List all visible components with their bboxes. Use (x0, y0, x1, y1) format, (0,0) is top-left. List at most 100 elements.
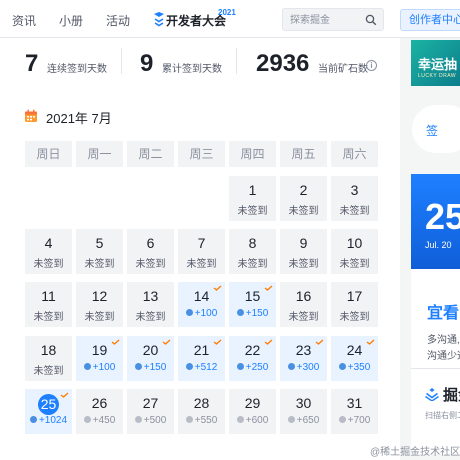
ore-icon (236, 309, 244, 316)
fortune-line: 多沟通, (427, 335, 460, 346)
day-reward: +150 (229, 308, 276, 319)
calendar-day[interactable]: 3 未签到 (331, 176, 378, 221)
day-reward: +700 (331, 415, 378, 426)
day-number: 2 (299, 182, 308, 198)
calendar-day[interactable]: 23 +300 (280, 336, 327, 381)
checkmark-icon (162, 339, 171, 345)
brand-year: 2021 (218, 8, 236, 17)
search-box[interactable] (282, 8, 384, 31)
nav-item-news[interactable]: 资讯 (12, 12, 36, 29)
calendar-day-today[interactable]: 25 +1024 (25, 389, 72, 434)
calendar-day[interactable]: 30 +650 (280, 389, 327, 434)
checkmark-icon (264, 285, 273, 291)
calendar-day[interactable]: 27 +500 (127, 389, 174, 434)
checkmark-icon (264, 339, 273, 345)
day-number: 4 (44, 235, 53, 251)
calendar-day[interactable]: 17 未签到 (331, 282, 378, 327)
day-reward: +650 (280, 415, 327, 426)
calendar-day[interactable]: 16 未签到 (280, 282, 327, 327)
day-number: 26 (91, 395, 108, 411)
day-number: 13 (142, 288, 159, 304)
day-status: 未签到 (339, 312, 370, 323)
signin-button[interactable]: 签 (412, 105, 460, 153)
ore-icon (338, 416, 346, 423)
calendar-day[interactable]: 15 +150 (229, 282, 276, 327)
info-icon[interactable]: i (366, 60, 377, 71)
calendar-day[interactable]: 18 未签到 (25, 336, 72, 381)
day-status: 未签到 (186, 259, 217, 270)
day-status: 未签到 (339, 206, 370, 217)
calendar-day[interactable]: 26 +450 (76, 389, 123, 434)
search-icon[interactable] (365, 14, 377, 26)
divider (411, 368, 460, 369)
day-number: 11 (41, 288, 56, 304)
calendar-day[interactable]: 19 +100 (76, 336, 123, 381)
day-number: 16 (295, 288, 312, 304)
calendar-day[interactable]: 28 +550 (178, 389, 225, 434)
checkmark-icon (315, 339, 324, 345)
ore-icon (287, 363, 295, 370)
day-reward: +350 (331, 362, 378, 373)
weekday-label: 周四 (229, 141, 276, 167)
reward-text: +100 (194, 308, 218, 319)
day-status: 未签到 (237, 259, 268, 270)
day-number: 30 (295, 395, 312, 411)
reward-text: +500 (143, 415, 167, 426)
nav-item-events[interactable]: 活动 (106, 12, 130, 29)
day-number: 10 (346, 235, 363, 251)
day-number: 31 (346, 395, 363, 411)
calendar-day[interactable]: 11 未签到 (25, 282, 72, 327)
day-number: 9 (299, 235, 308, 251)
calendar-icon (25, 109, 37, 122)
checkmark-icon (213, 339, 222, 345)
calendar-day[interactable]: 9 未签到 (280, 229, 327, 274)
calendar-day[interactable]: 24 +350 (331, 336, 378, 381)
ore-icon (287, 416, 295, 423)
day-number: 6 (146, 235, 155, 251)
calendar-day[interactable]: 1 未签到 (229, 176, 276, 221)
reward-text: +700 (347, 415, 371, 426)
lucky-draw-banner[interactable]: 幸运抽 LUCKY DRAW (411, 40, 460, 86)
app-name: 掘金 (443, 387, 460, 404)
ore-icon (185, 309, 193, 316)
brand-label: 开发者大会 (166, 14, 227, 28)
day-number: 27 (142, 395, 159, 411)
ore-icon (134, 416, 142, 423)
creator-center-button[interactable]: 创作者中心 (400, 9, 460, 31)
calendar-day[interactable]: 13 未签到 (127, 282, 174, 327)
ore-icon (185, 363, 193, 370)
calendar-day[interactable]: 8 未签到 (229, 229, 276, 274)
daily-card: 25 Jul. 20 宜看 多沟通, 沟通少迈 掘金 扫描右侧二 (411, 174, 460, 454)
stat-label: 连续签到天数 (47, 64, 107, 75)
calendar-day[interactable]: 12 未签到 (76, 282, 123, 327)
day-status: 未签到 (288, 259, 319, 270)
banner-title: 幸运抽 (418, 57, 458, 72)
calendar-day[interactable]: 31 +700 (331, 389, 378, 434)
calendar-day[interactable]: 6 未签到 (127, 229, 174, 274)
calendar-day[interactable]: 5 未签到 (76, 229, 123, 274)
banner-subtitle: LUCKY DRAW (418, 73, 457, 79)
juejin-logo-icon (425, 388, 439, 401)
fortune-line: 沟通少迈 (427, 351, 460, 362)
calendar-day[interactable]: 29 +600 (229, 389, 276, 434)
calendar-day[interactable]: 14 +100 (178, 282, 225, 327)
day-reward: +450 (76, 415, 123, 426)
day-status: 未签到 (288, 206, 319, 217)
calendar-day[interactable]: 20 +150 (127, 336, 174, 381)
stat-value: 9 (140, 50, 154, 77)
calendar-day[interactable]: 4 未签到 (25, 229, 72, 274)
calendar-day[interactable]: 21 +512 (178, 336, 225, 381)
ore-icon (338, 363, 346, 370)
calendar-day[interactable]: 10 未签到 (331, 229, 378, 274)
day-reward: +550 (178, 415, 225, 426)
calendar-day[interactable]: 2 未签到 (280, 176, 327, 221)
calendar-day[interactable]: 7 未签到 (178, 229, 225, 274)
nav-item-books[interactable]: 小册 (59, 12, 83, 29)
day-reward: +512 (178, 362, 225, 373)
day-reward: +500 (127, 415, 174, 426)
reward-text: +512 (194, 362, 218, 373)
stat-value: 2936 (256, 50, 310, 77)
calendar-day[interactable]: 22 +250 (229, 336, 276, 381)
search-input[interactable] (290, 13, 366, 27)
app-subtitle: 扫描右侧二 (425, 411, 460, 420)
